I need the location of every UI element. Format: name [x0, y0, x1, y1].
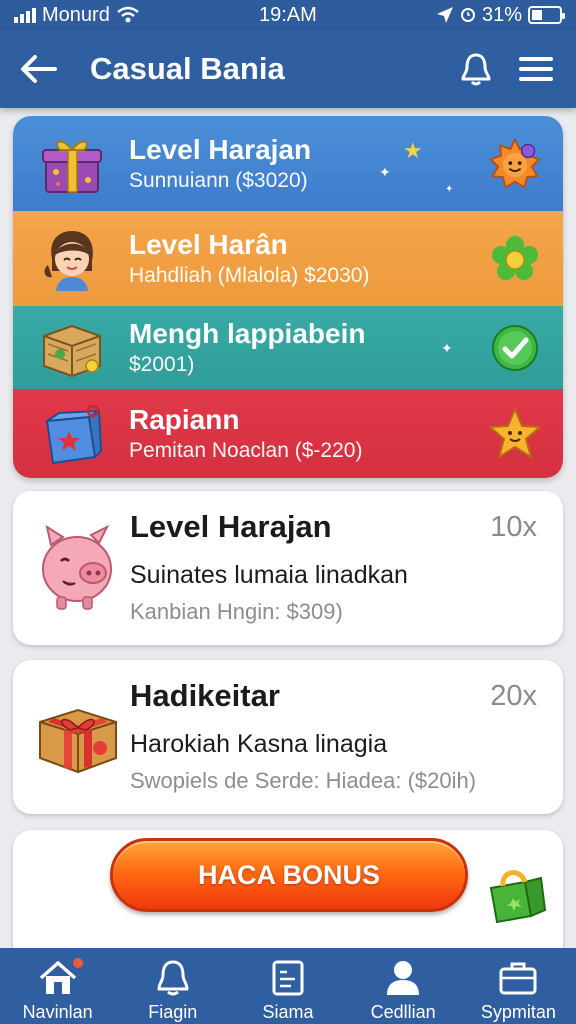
battery-icon	[528, 6, 565, 24]
trophy-icon	[153, 958, 193, 998]
card-note: Swopiels de Serde: Hiadea: ($20ih)	[130, 768, 477, 793]
level-subtitle: Hahdliah (Mlalola) $2030)	[129, 263, 370, 287]
green-flower-icon	[487, 231, 543, 287]
nav-item-home[interactable]: Navinlan	[3, 958, 113, 1023]
star-icon: ★	[403, 138, 423, 163]
piggy-icon	[33, 513, 123, 613]
check-circle-icon	[487, 320, 543, 376]
menu-button[interactable]	[512, 45, 560, 93]
level-list-card: Level Harajan Sunnuiann ($3020) ★ ✦ ✦ Le…	[13, 116, 563, 478]
wifi-icon	[117, 6, 139, 23]
user-icon	[383, 958, 423, 998]
card-title: Hadikeitar	[130, 678, 280, 713]
level-title: Rapiann	[129, 403, 240, 435]
level-subtitle: Pemitan Noaclan ($-220)	[129, 438, 363, 462]
nav-item-trophy[interactable]: Fiagin	[118, 958, 228, 1023]
app-header: Casual Bania	[0, 30, 576, 108]
notifications-button[interactable]	[452, 45, 500, 93]
sparkle-icon: ✦	[379, 164, 391, 180]
reward-card[interactable]: Hadikeitar 20x Harokiah Kasna linagia Sw…	[13, 660, 563, 814]
level-row[interactable]: Level Harajan Sunnuiann ($3020) ★ ✦ ✦	[13, 116, 563, 211]
location-icon	[436, 7, 453, 23]
girl-avatar-icon	[37, 224, 107, 294]
back-arrow-icon	[21, 55, 57, 83]
sun-face-icon	[487, 136, 543, 192]
status-right: 31%	[436, 3, 565, 27]
reward-card[interactable]: Level Harajan 10x Suinates lumaia linadk…	[13, 491, 563, 645]
nav-item-siama[interactable]: Siama	[233, 958, 343, 1023]
red-ribbon-gift-icon	[33, 682, 123, 782]
battery-percent: 31%	[481, 3, 522, 26]
nav-item-profile[interactable]: Cedllian	[348, 958, 458, 1023]
level-text: Level Harajan Sunnuiann ($3020)	[129, 133, 311, 195]
nav-label: Navinlan	[22, 1002, 93, 1022]
level-row[interactable]: Rapiann Pemitan Noaclan ($-220)	[13, 389, 563, 478]
bonus-card: HACA BONUS	[13, 830, 563, 960]
card-subtitle: Harokiah Kasna linagia	[130, 730, 388, 758]
bonus-button[interactable]: HACA BONUS	[110, 838, 468, 912]
green-gift-icon	[485, 864, 547, 926]
alarm-icon	[460, 8, 475, 22]
carrier-name: Monurd	[42, 3, 110, 26]
clipboard-icon	[268, 958, 308, 998]
nav-label: Cedllian	[370, 1002, 436, 1022]
home-icon	[38, 958, 78, 998]
status-time: 19:AM	[258, 3, 317, 26]
level-text: Level Harân Hahdliah (Mlalola) $2030)	[129, 228, 369, 290]
back-button[interactable]	[16, 47, 60, 91]
sparkle-icon: ✦	[441, 340, 453, 356]
sparkle-icon: ✦	[445, 184, 454, 195]
level-title: Level Harân	[129, 228, 288, 260]
nav-label: Sypmitan	[480, 1002, 556, 1022]
card-title: Level Harajan	[130, 509, 332, 544]
blue-gift-icon	[37, 399, 107, 469]
bell-icon	[461, 53, 491, 86]
level-row[interactable]: Level Harân Hahdliah (Mlalola) $2030)	[13, 211, 563, 306]
app-title: Casual Bania	[90, 51, 285, 86]
notification-dot	[72, 958, 83, 968]
signal-icon	[14, 7, 36, 23]
level-text: Mengh lappiabein $2001)	[129, 317, 365, 379]
menu-icon	[519, 57, 553, 81]
card-note: Kanbian Hngin: $309)	[130, 599, 343, 624]
status-bar: Monurd 19:AM 31%	[0, 0, 576, 30]
level-title: Mengh lappiabein	[129, 317, 366, 349]
level-row[interactable]: Mengh lappiabein $2001) ✦	[13, 306, 563, 389]
nav-label: Fiagin	[148, 1002, 198, 1022]
level-title: Level Harajan	[129, 133, 312, 165]
treasure-crate-icon	[37, 313, 107, 383]
status-left: Monurd	[14, 4, 140, 27]
bottom-nav: Navinlan Fiagin Siama Cedllian Sypmitan	[0, 948, 576, 1024]
multiplier-label: 10x	[490, 511, 537, 543]
star-face-icon	[487, 406, 543, 462]
nav-label: Siama	[262, 1002, 314, 1022]
card-subtitle: Suinates lumaia linadkan	[130, 561, 408, 589]
level-subtitle: $2001)	[129, 352, 195, 376]
level-subtitle: Sunnuiann ($3020)	[129, 168, 308, 192]
gift-box-icon	[37, 129, 107, 199]
briefcase-icon	[498, 958, 538, 998]
nav-item-briefcase[interactable]: Sypmitan	[463, 958, 573, 1023]
multiplier-label: 20x	[490, 680, 537, 712]
level-text: Rapiann Pemitan Noaclan ($-220)	[129, 403, 362, 465]
